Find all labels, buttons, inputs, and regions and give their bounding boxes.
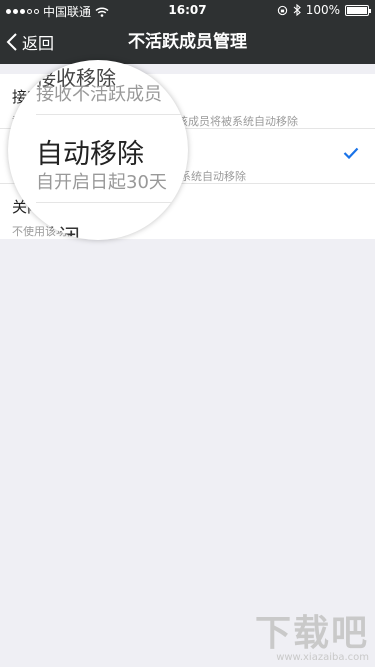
magnified-divider <box>36 202 186 203</box>
magnified-title: 自动移除 <box>36 139 144 170</box>
battery-percent: 100% <box>305 3 340 17</box>
checkmark-icon <box>343 147 359 159</box>
bluetooth-icon <box>293 4 301 16</box>
status-right: 100% <box>277 3 371 17</box>
magnified-divider <box>36 114 186 115</box>
status-bar: 中国联通 16:07 100% <box>0 0 375 20</box>
navigation-bar: 返回 不活跃成员管理 <box>0 20 375 64</box>
magnified-subtitle-1: 接收不活跃成员 <box>36 84 162 105</box>
orientation-lock-icon <box>277 5 287 15</box>
magnifier-overlay: 接收移除 接收不活跃成员 自动移除 自开启日起30天 关闭 <box>8 60 188 240</box>
page-title: 不活跃成员管理 <box>128 32 247 52</box>
magnified-bottom-text: 关闭 <box>36 226 81 240</box>
watermark-big: 下载吧 <box>254 613 369 654</box>
watermark-logo: 下载吧 www.xiazaiba.com <box>255 604 369 663</box>
magnified-subtitle-2: 自开启日起30天 <box>36 172 167 193</box>
battery-icon <box>345 4 371 16</box>
